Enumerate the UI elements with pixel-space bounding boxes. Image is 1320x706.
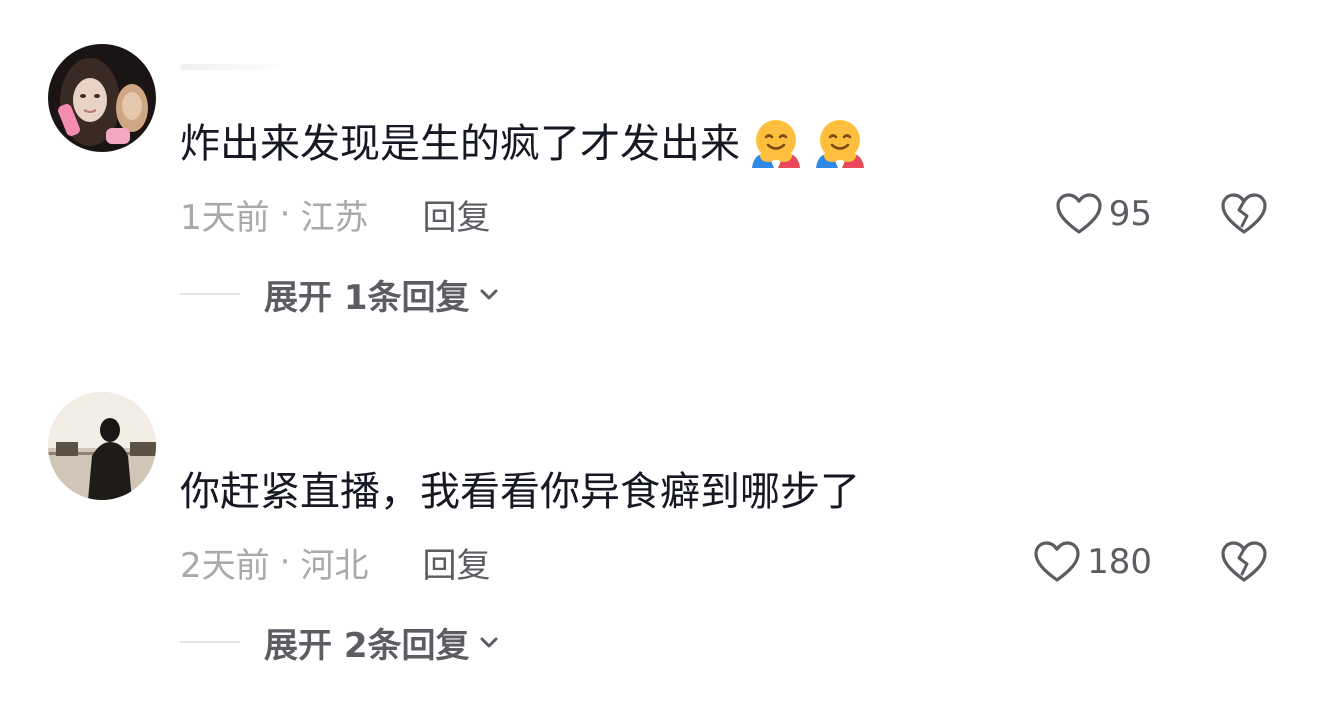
reply-button[interactable]: 回复 bbox=[422, 538, 490, 587]
comment-body: 炸出来发现是生的疯了才发出来 bbox=[180, 121, 740, 167]
comment-time: 1天前 bbox=[180, 197, 270, 238]
heart-outline-icon bbox=[1056, 193, 1102, 234]
username[interactable] bbox=[180, 402, 290, 424]
like-button[interactable]: 95 bbox=[1055, 190, 1152, 238]
chevron-down-icon bbox=[478, 631, 500, 653]
dislike-button[interactable] bbox=[1220, 190, 1268, 238]
heart-outline-icon bbox=[1034, 541, 1080, 582]
broken-heart-icon bbox=[1221, 541, 1267, 582]
comment-location: 江苏 bbox=[300, 197, 369, 238]
expand-divider bbox=[180, 293, 240, 295]
avatar[interactable] bbox=[48, 392, 156, 500]
meta-separator: · bbox=[279, 542, 291, 582]
expand-replies-button[interactable]: 展开 1条回复 bbox=[180, 270, 500, 318]
like-button[interactable]: 180 bbox=[1033, 538, 1152, 586]
hugging-face-emoji bbox=[748, 116, 804, 172]
comment-text: 你赶紧直播，我看看你异食癖到哪步了 bbox=[180, 464, 860, 520]
expand-replies-label: 展开 2条回复 bbox=[264, 625, 470, 666]
username[interactable] bbox=[180, 54, 290, 76]
comment-meta: 2天前 · 河北 回复 bbox=[180, 538, 490, 586]
chevron-down-icon bbox=[478, 283, 500, 305]
expand-replies-label: 展开 1条回复 bbox=[264, 277, 470, 318]
username-redacted bbox=[180, 64, 280, 70]
comment-body: 你赶紧直播，我看看你异食癖到哪步了 bbox=[180, 469, 860, 515]
avatar-photo bbox=[48, 392, 156, 500]
expand-replies-button[interactable]: 展开 2条回复 bbox=[180, 618, 500, 666]
comment-text: 炸出来发现是生的疯了才发出来 bbox=[180, 116, 868, 172]
dislike-button[interactable] bbox=[1220, 538, 1268, 586]
like-count: 95 bbox=[1108, 194, 1152, 234]
broken-heart-icon bbox=[1221, 193, 1267, 234]
reply-button[interactable]: 回复 bbox=[422, 190, 490, 239]
avatar[interactable] bbox=[48, 44, 156, 152]
comment-meta: 1天前 · 江苏 回复 bbox=[180, 190, 490, 238]
expand-divider bbox=[180, 641, 240, 643]
avatar-photo bbox=[48, 44, 156, 152]
like-count: 180 bbox=[1087, 542, 1152, 582]
hugging-face-emoji bbox=[812, 116, 868, 172]
meta-separator: · bbox=[279, 194, 291, 234]
comment-location: 河北 bbox=[300, 545, 369, 586]
comment-time: 2天前 bbox=[180, 545, 270, 586]
